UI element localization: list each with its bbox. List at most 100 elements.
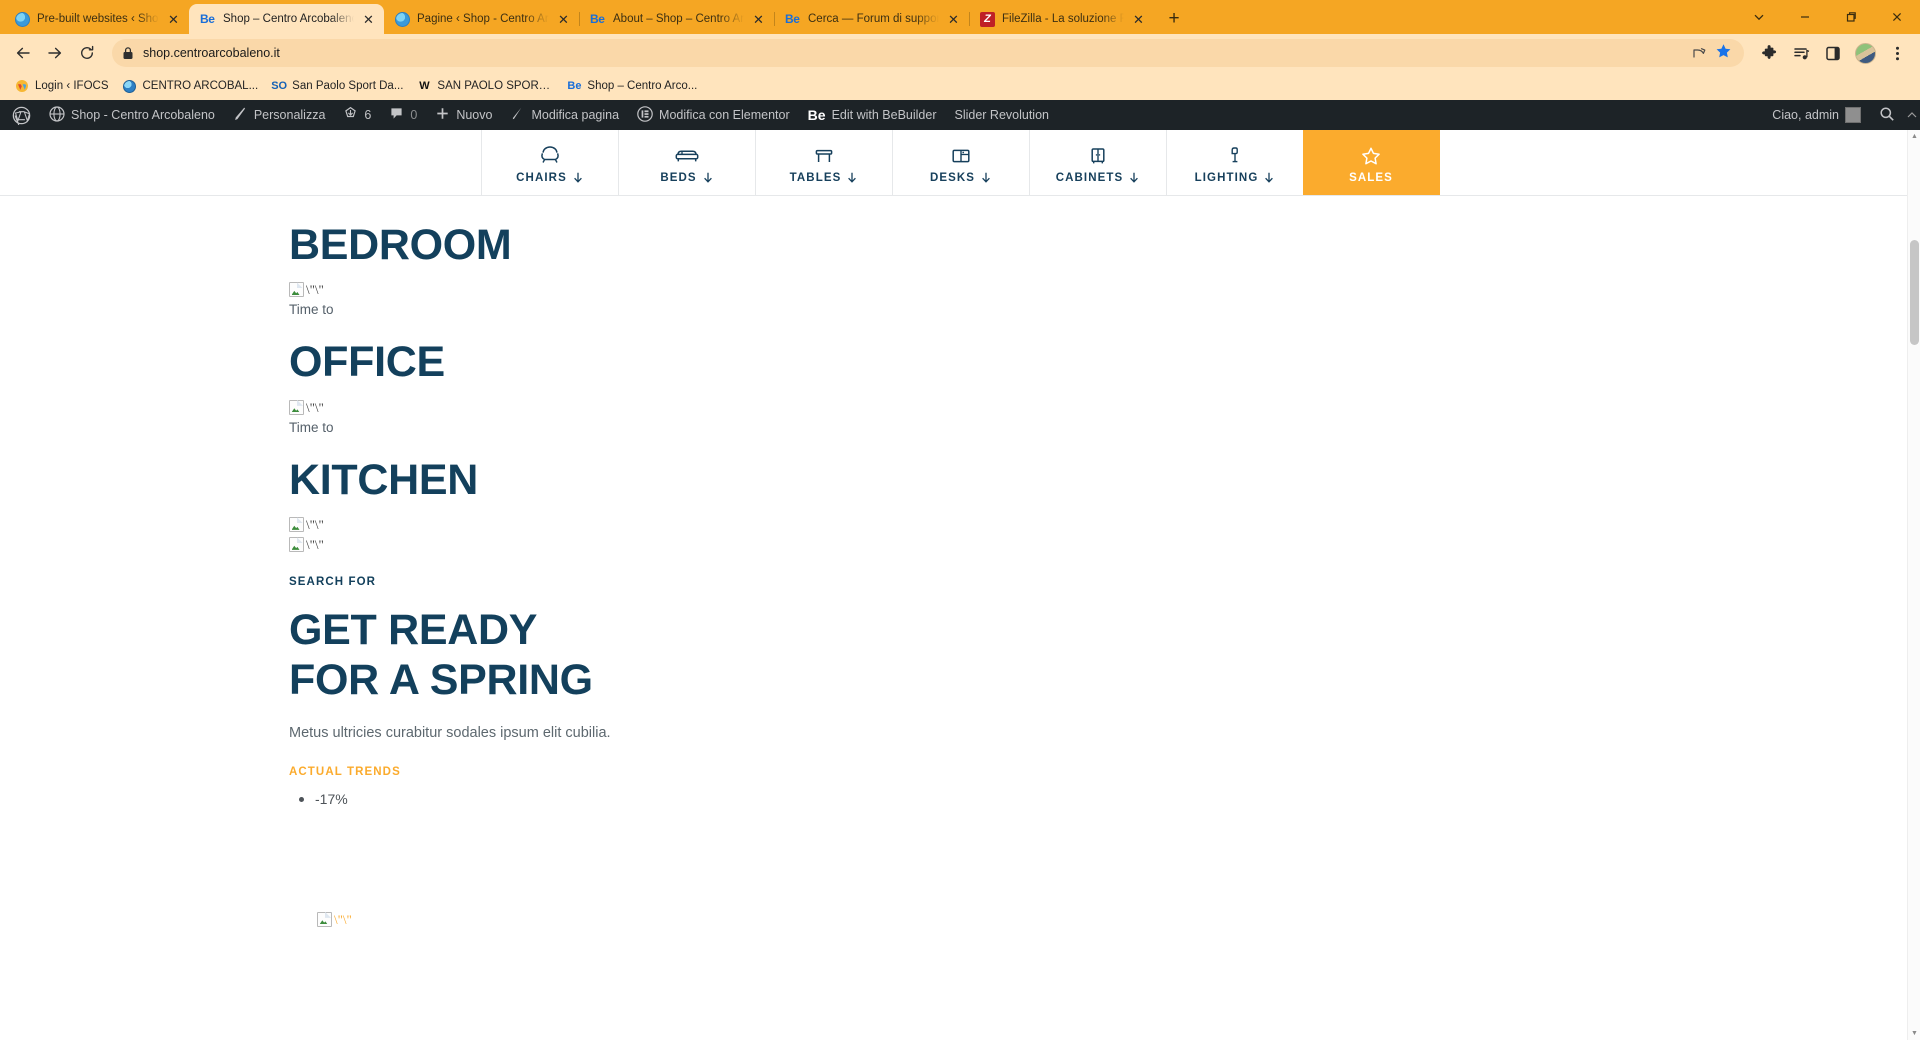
broken-image-icon [289,282,304,298]
wp-customize[interactable]: Personalizza [224,100,335,130]
wp-updates[interactable]: 6 [334,100,380,130]
close-icon[interactable]: ✕ [361,12,376,27]
wp-edit-elementor[interactable]: Modifica con Elementor [628,100,799,130]
wp-account-greeting[interactable]: Ciao, admin [1763,100,1870,130]
bebuilder-icon: Be [200,12,215,26]
bookmark-item[interactable]: W SAN PAOLO SPORT... [410,76,560,96]
list-item: -17% [289,788,1920,812]
plus-icon [435,106,450,124]
page-heading-office: OFFICE [289,338,445,387]
arrow-down-icon [1265,172,1274,183]
scroll-down-icon[interactable]: ▼ [1908,1027,1920,1040]
w-icon: W [419,80,430,92]
bookmark-label: Login ‹ IFOCS [35,80,109,92]
hero-paragraph: Metus ultricies curabitur sodales ipsum … [289,725,611,742]
extensions-puzzle-icon[interactable] [1754,38,1784,68]
scrollbar-thumb[interactable] [1910,240,1919,345]
close-icon[interactable]: ✕ [556,12,571,27]
close-icon[interactable]: ✕ [166,12,181,27]
bebuilder-icon: Be [567,80,582,92]
wp-edit-page[interactable]: Modifica pagina [501,100,628,130]
close-icon[interactable]: ✕ [751,12,766,27]
minimize-icon[interactable] [1782,1,1828,33]
bookmark-star-icon[interactable] [1715,43,1732,63]
tab-strip: Pre-built websites ‹ Shop - Centro ✕ Be … [0,0,1920,34]
browser-tab[interactable]: Pre-built websites ‹ Shop - Centro ✕ [4,4,189,34]
page-scrollbar[interactable]: ▲ ▼ [1907,130,1920,1040]
wp-search-button[interactable] [1870,100,1904,130]
back-icon[interactable] [8,38,38,68]
pencil-icon [233,106,248,124]
bookmark-item[interactable]: Be Shop – Centro Arco... [560,76,704,96]
search-icon [1879,106,1895,125]
site-icon [49,105,65,125]
lock-icon [123,47,133,59]
broken-image-placeholder: \"\" [317,911,1920,927]
page-heading-bedroom: BEDROOM [289,221,512,269]
wp-new[interactable]: Nuovo [426,100,501,130]
browser-menu-icon[interactable] [1882,38,1912,68]
nav-item-lighting[interactable]: LIGHTING [1165,130,1303,195]
tab-title: Pagine ‹ Shop - Centro Arcobaleno [417,13,549,25]
broken-image-alt: \"\" [306,517,324,533]
scroll-up-icon[interactable]: ▲ [1908,130,1920,143]
browser-tab[interactable]: Z FileZilla - La soluzione FTP gratuita … [969,4,1154,34]
browser-tab-active[interactable]: Be Shop – Centro Arcobaleno ✕ [189,4,384,34]
forward-icon[interactable] [40,38,70,68]
wp-edit-bebuilder[interactable]: Be Edit with BeBuilder [799,100,946,130]
wp-item-label: Shop - Centro Arcobaleno [71,108,215,122]
wp-site-name[interactable]: Shop - Centro Arcobaleno [40,100,224,130]
share-icon[interactable] [1691,44,1707,63]
address-bar[interactable]: shop.centroarcobaleno.it [112,39,1744,67]
filezilla-icon: Z [980,11,995,27]
wp-item-label: Personalizza [253,108,326,122]
nav-label: TABLES [790,172,858,184]
tab-search-chevron-down-icon[interactable] [1736,1,1782,33]
lamp-icon [1220,142,1250,168]
close-icon[interactable]: ✕ [1131,12,1146,27]
comment-icon [389,106,404,124]
nav-item-cabinets[interactable]: CABINETS [1028,130,1166,195]
reload-icon[interactable] [72,38,102,68]
wp-item-label: Modifica con Elementor [659,108,790,122]
browser-tab[interactable]: Be Cerca — Forum di supporto di Be ✕ [774,4,969,34]
bookmark-label: SAN PAOLO SPORT... [437,80,554,92]
eyebrow-search-for: SEARCH FOR [289,576,377,589]
bookmark-item[interactable]: CENTRO ARCOBAL... [116,76,266,96]
new-tab-button[interactable]: + [1160,5,1188,33]
wp-item-label: 6 [364,108,372,122]
wp-logo-button[interactable] [3,100,40,130]
nav-item-desks[interactable]: DESKS [891,130,1029,195]
bookmark-item[interactable]: Login ‹ IFOCS [8,76,116,96]
page-content: BEDROOM \"\" Time to OFFICE \"\" Time to… [0,196,1920,927]
caption-time-to-2: Time to [289,419,334,435]
globe-icon [395,11,410,27]
side-panel-icon[interactable] [1818,38,1848,68]
hero-line-2: FOR A SPRING [289,656,593,705]
nav-item-beds[interactable]: BEDS [617,130,755,195]
close-icon[interactable]: ✕ [946,12,961,27]
wp-slider-revolution[interactable]: Slider Revolution [945,100,1058,130]
nav-label: SALES [1349,171,1393,184]
scroll-up-arrow-icon[interactable] [1904,111,1920,119]
window-controls [1736,0,1920,34]
arrow-down-icon [703,172,712,183]
bookmark-item[interactable]: SO San Paolo Sport Da... [265,76,410,96]
nav-item-sales[interactable]: SALES [1302,130,1440,195]
nav-item-tables[interactable]: TABLES [754,130,892,195]
reading-list-icon[interactable] [1786,38,1816,68]
browser-tab[interactable]: Be About – Shop – Centro Arcobaleno ✕ [579,4,774,34]
profile-avatar[interactable] [1850,38,1880,68]
bebuilder-icon: Be [785,12,800,26]
tab-title: FileZilla - La soluzione FTP gratuita [1002,13,1124,25]
elementor-icon [637,105,653,125]
close-window-icon[interactable] [1874,1,1920,33]
nav-label: DESKS [930,172,991,184]
browser-toolbar: shop.centroarcobaleno.it [0,34,1920,72]
wp-comments[interactable]: 0 [380,100,426,130]
browser-tab[interactable]: Pagine ‹ Shop - Centro Arcobaleno ✕ [384,4,579,34]
cabinet-icon [1083,142,1113,168]
wp-item-label: Edit with BeBuilder [831,108,937,122]
maximize-icon[interactable] [1828,1,1874,33]
nav-item-chairs[interactable]: CHAIRS [480,130,618,195]
